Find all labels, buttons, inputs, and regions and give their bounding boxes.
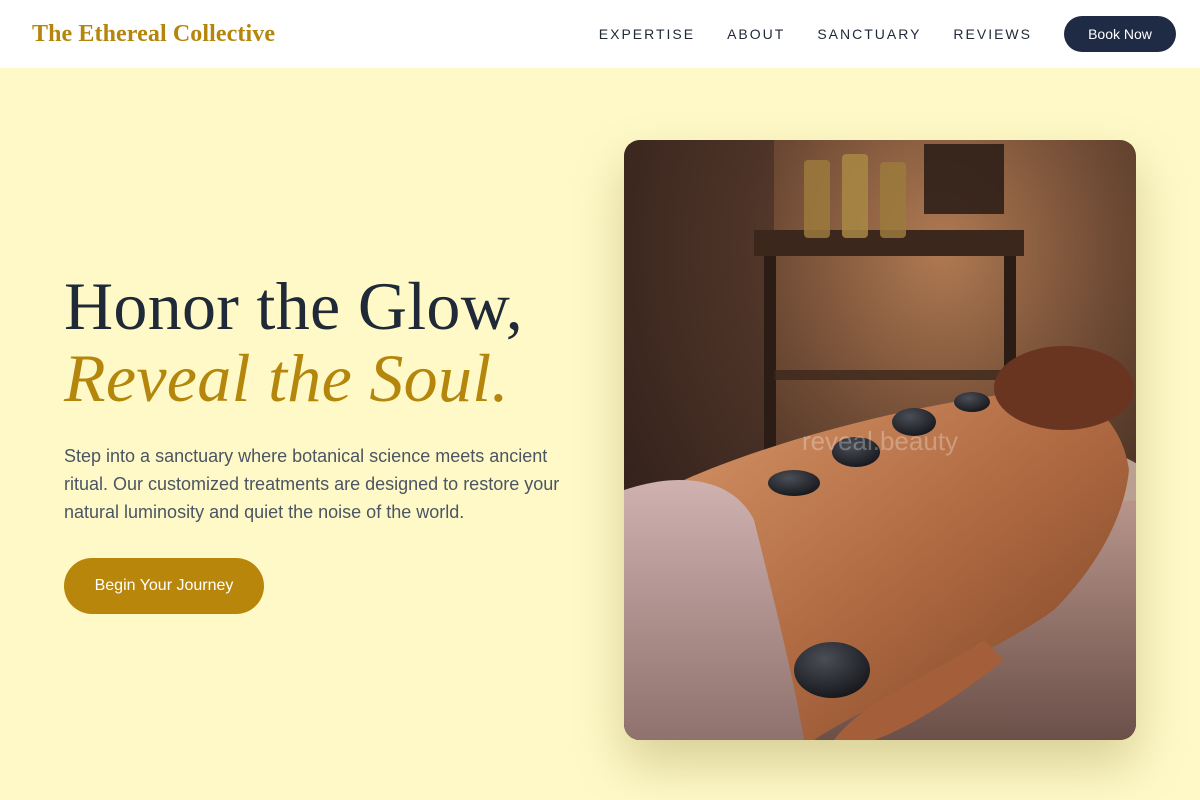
headline-line-1: Honor the Glow,: [64, 268, 524, 344]
main-nav: EXPERTISE ABOUT SANCTUARY REVIEWS Book N…: [599, 16, 1176, 52]
brand-logo[interactable]: The Ethereal Collective: [32, 21, 275, 48]
hero-section: Honor the Glow, Reveal the Soul. Step in…: [64, 270, 584, 614]
site-header: The Ethereal Collective EXPERTISE ABOUT …: [0, 0, 1200, 68]
nav-link-about[interactable]: ABOUT: [727, 26, 785, 42]
hero-description: Step into a sanctuary where botanical sc…: [64, 446, 560, 522]
nav-link-reviews[interactable]: REVIEWS: [953, 26, 1032, 42]
hero-headline: Honor the Glow, Reveal the Soul.: [64, 270, 584, 414]
book-now-button[interactable]: Book Now: [1064, 16, 1176, 52]
hero-photo: reveal.beauty: [624, 140, 1136, 740]
watermark-text: reveal.beauty: [802, 426, 958, 456]
headline-line-2: Reveal the Soul.: [64, 340, 509, 416]
nav-link-sanctuary[interactable]: SANCTUARY: [817, 26, 921, 42]
nav-link-expertise[interactable]: EXPERTISE: [599, 26, 695, 42]
begin-journey-button[interactable]: Begin Your Journey: [64, 558, 264, 614]
